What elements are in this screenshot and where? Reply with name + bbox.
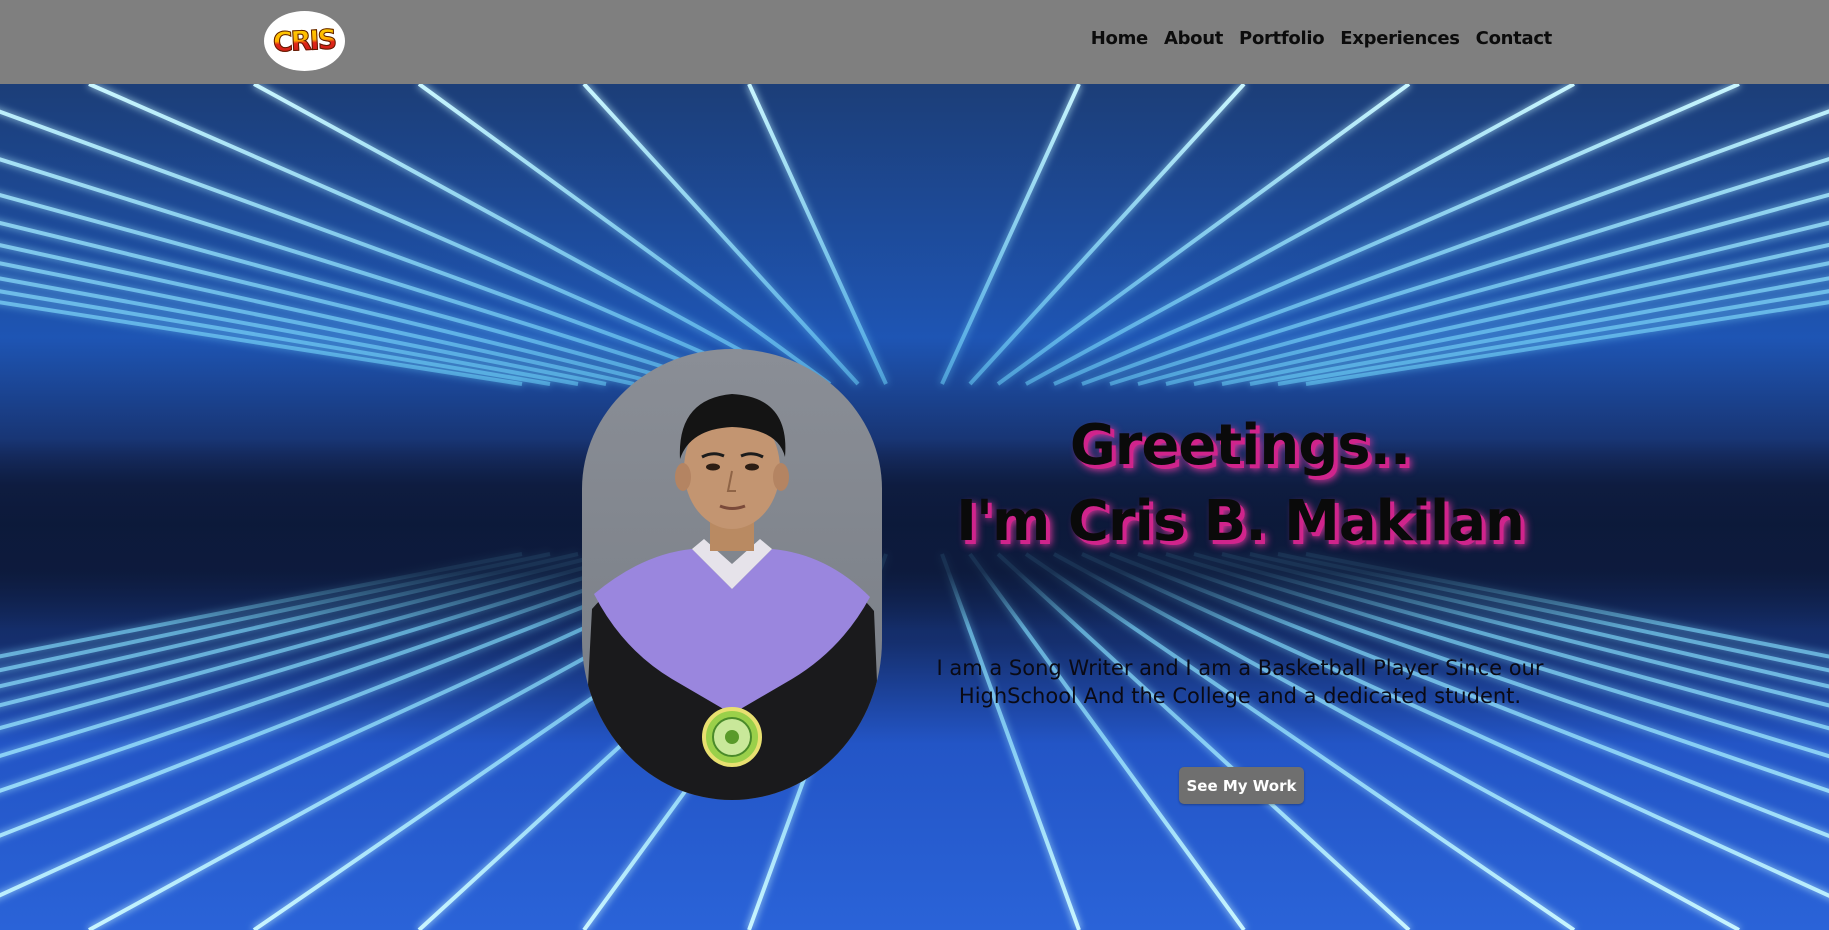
site-header: CRIS Home About Portfolio Experiences Co… xyxy=(0,0,1829,84)
nav-about[interactable]: About xyxy=(1164,28,1223,49)
hero-headline: Greetings.. I'm Cris B. Makilan xyxy=(900,408,1580,560)
logo[interactable]: CRIS xyxy=(264,11,345,71)
name-text: I'm Cris B. Makilan xyxy=(956,489,1525,554)
graduation-portrait-icon xyxy=(582,394,882,800)
grid-ceiling xyxy=(0,84,1829,386)
nav-experiences[interactable]: Experiences xyxy=(1340,28,1460,49)
logo-text: CRIS xyxy=(272,23,337,59)
nav-portfolio[interactable]: Portfolio xyxy=(1239,28,1325,49)
nav-contact[interactable]: Contact xyxy=(1476,28,1553,49)
page: CRIS Home About Portfolio Experiences Co… xyxy=(0,0,1829,930)
bio-text: I am a Song Writer and I am a Basketball… xyxy=(936,656,1544,708)
see-my-work-button[interactable]: See My Work xyxy=(1179,767,1304,804)
nav-home[interactable]: Home xyxy=(1091,28,1149,49)
greeting-text: Greetings.. xyxy=(1069,413,1411,478)
main-nav: Home About Portfolio Experiences Contact xyxy=(1091,28,1553,49)
profile-photo xyxy=(582,349,882,800)
